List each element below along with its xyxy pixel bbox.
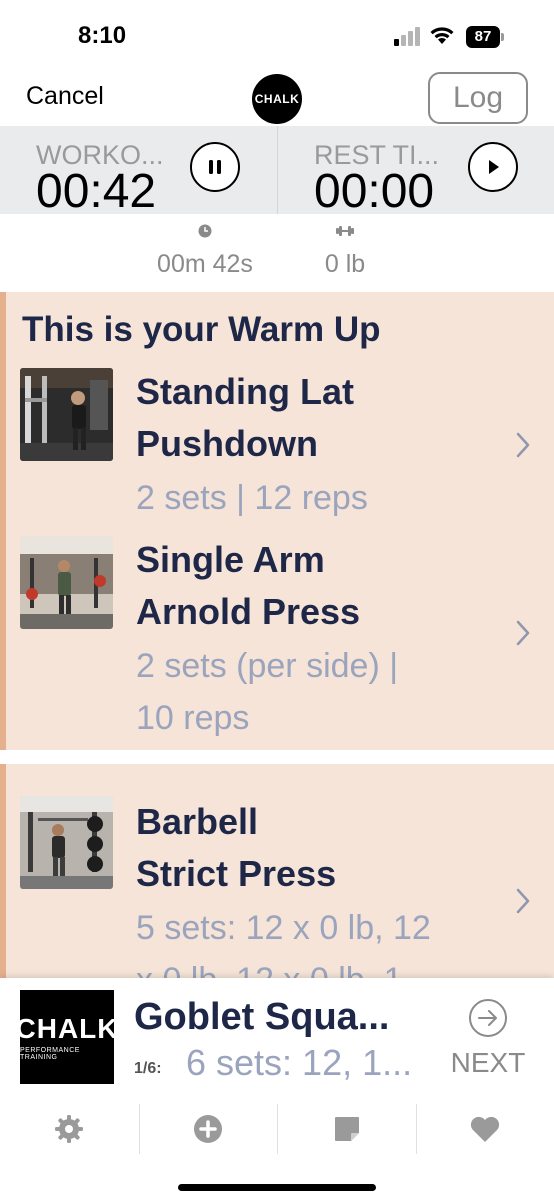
up-next-bar: CHALK PERFORMANCE TRAINING Goblet Squa..…	[0, 978, 554, 1200]
play-button[interactable]	[468, 142, 518, 192]
battery-icon: 87	[466, 26, 506, 48]
chevron-right-icon	[516, 432, 530, 458]
exercise-thumbnail	[20, 536, 113, 629]
cancel-button[interactable]: Cancel	[26, 82, 104, 111]
duration-stat: 00m 42s	[140, 224, 270, 279]
status-time: 8:10	[78, 22, 127, 49]
arrow-right-circle-icon	[469, 999, 507, 1037]
exercise-name-line1: Barbell	[136, 801, 259, 842]
chevron-right-icon	[516, 888, 530, 914]
weight-value: 0 lb	[324, 250, 366, 278]
stats-row: 00m 42s 0 lb	[0, 214, 554, 292]
dumbbell-icon	[336, 226, 354, 236]
exercise-item[interactable]: Standing Lat Pushdown 2 sets | 12 reps	[6, 364, 554, 528]
exercise-detail-line2: 10 reps	[136, 699, 250, 737]
chalk-logo: CHALK	[252, 74, 302, 124]
exercise-name-line2: Pushdown	[136, 423, 318, 464]
cell-signal-icon	[394, 27, 420, 46]
nav-bar: Cancel CHALK Log	[0, 70, 554, 126]
exercise-name-line2: Arnold Press	[136, 591, 361, 632]
up-next-logo-subtext: PERFORMANCE TRAINING	[20, 1047, 80, 1061]
exercise-name-line1: Single Arm	[136, 539, 325, 580]
note-icon	[334, 1117, 359, 1141]
warmup-section: This is your Warm Up Standing Lat Pushdo…	[0, 292, 554, 750]
next-label: NEXT	[450, 1047, 526, 1078]
duration-value: 00m 42s	[157, 250, 253, 278]
timers-row: WORKO... 00:42 REST TI... 00:00	[0, 126, 554, 218]
status-bar: 8:10 87	[0, 0, 554, 70]
exercise-name-line1: Standing Lat	[136, 371, 354, 412]
up-next-count: 1/6:	[134, 1060, 162, 1077]
workout-timer-value: 00:42	[36, 165, 157, 218]
pause-button[interactable]	[190, 142, 240, 192]
favorite-tab[interactable]	[415, 1104, 554, 1154]
tab-bar	[0, 1104, 554, 1154]
next-button[interactable]: NEXT	[446, 998, 530, 1078]
weight-stat: 0 lb	[300, 224, 390, 279]
wifi-icon	[430, 27, 454, 44]
up-next-detail: 6 sets: 12, 1...	[186, 1042, 413, 1083]
exercise-thumbnail	[20, 796, 113, 889]
home-indicator	[178, 1184, 376, 1191]
add-icon	[194, 1115, 223, 1143]
exercise-detail-line1: 5 sets: 12 x 0 lb, 12	[136, 909, 431, 947]
battery-level: 87	[466, 26, 500, 48]
heart-icon	[471, 1116, 500, 1142]
exercise-detail-line1: 2 sets | 12 reps	[136, 479, 368, 517]
exercise-item[interactable]: Barbell Strict Press 5 sets: 12 x 0 lb, …	[6, 794, 554, 999]
up-next-title[interactable]: Goblet Squa...	[134, 996, 389, 1039]
settings-tab[interactable]	[0, 1104, 139, 1154]
chevron-right-icon	[516, 620, 530, 646]
play-icon	[489, 160, 499, 174]
pause-icon	[209, 160, 221, 174]
section-title: This is your Warm Up	[22, 310, 381, 349]
workout-section: Barbell Strict Press 5 sets: 12 x 0 lb, …	[0, 764, 554, 999]
add-tab[interactable]	[138, 1104, 278, 1154]
exercise-thumbnail	[20, 368, 113, 461]
settings-icon	[55, 1115, 84, 1143]
up-next-logo-text: CHALK	[15, 1013, 119, 1044]
exercise-name-line2: Strict Press	[136, 853, 337, 894]
rest-timer-value: 00:00	[314, 165, 435, 218]
exercise-item[interactable]: Single Arm Arnold Press 2 sets (per side…	[6, 532, 554, 748]
logo-text: CHALK	[254, 92, 300, 106]
workout-timer: WORKO... 00:42	[0, 126, 277, 218]
up-next-logo: CHALK PERFORMANCE TRAINING	[16, 990, 118, 1084]
rest-timer: REST TI... 00:00	[277, 126, 554, 218]
note-tab[interactable]	[277, 1104, 416, 1154]
clock-icon	[198, 224, 212, 238]
log-button[interactable]: Log	[428, 72, 528, 124]
exercise-detail-line1: 2 sets (per side) |	[136, 647, 399, 685]
